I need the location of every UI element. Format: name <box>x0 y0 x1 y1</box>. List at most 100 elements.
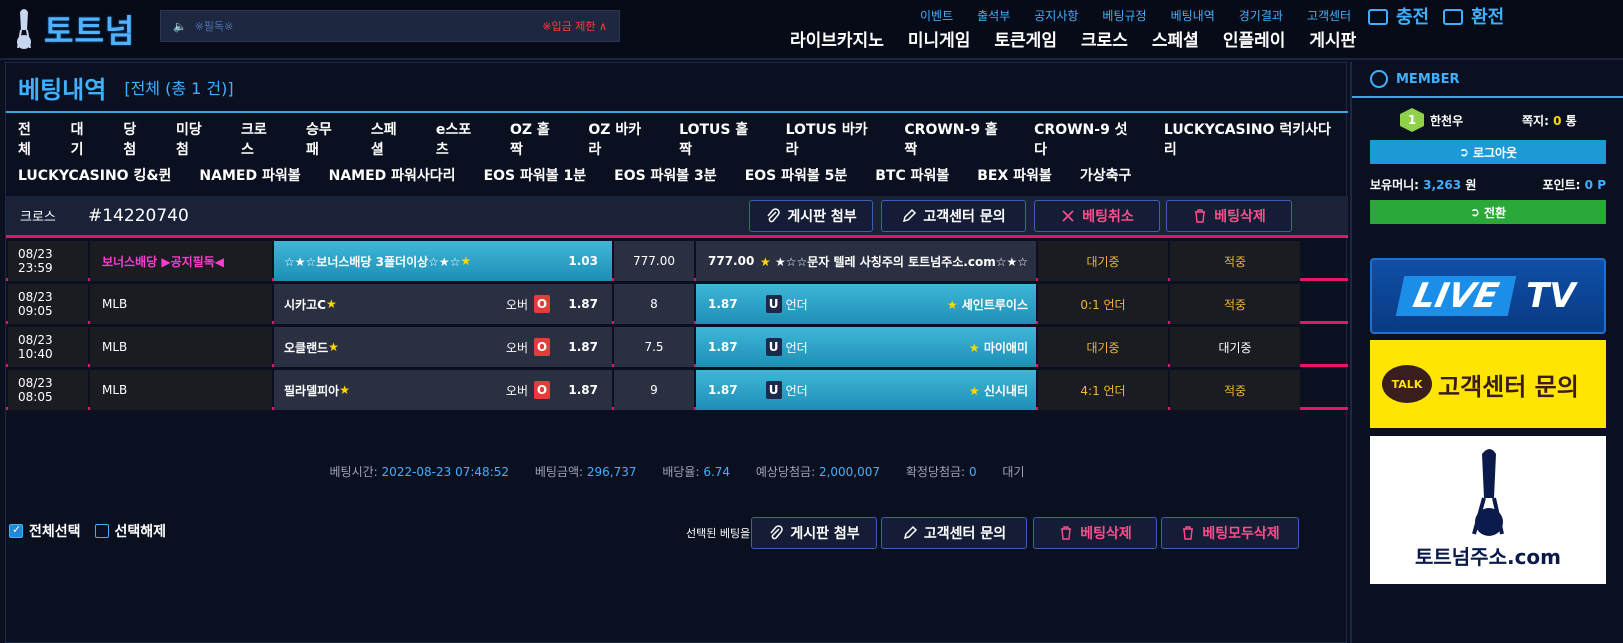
charge-label: 충전 <box>1396 7 1430 28</box>
nav-cross[interactable]: 크로스 <box>1081 26 1128 51</box>
tab-named-powerball[interactable]: NAMED 파워볼 <box>199 165 300 185</box>
match-status: 대기중 <box>1038 241 1168 281</box>
tab-special[interactable]: 스페셜 <box>371 119 408 159</box>
paperclip-icon <box>770 525 784 540</box>
tab-pending[interactable]: 대기 <box>71 119 96 159</box>
tab-wdl[interactable]: 승무패 <box>306 119 343 159</box>
page-subtitle: [전체 (총 1 건)] <box>124 79 234 98</box>
money-value: 3,263 <box>1423 178 1462 192</box>
bulk-attach-board-button[interactable]: 게시판 첨부 <box>751 517 877 549</box>
tab-won[interactable]: 당첨 <box>123 119 148 159</box>
tab-lost[interactable]: 미당첨 <box>176 119 213 159</box>
tab-virtual-soccer[interactable]: 가상축구 <box>1080 165 1132 185</box>
home-pick: ☆★☆보너스배당 3폴더이상☆★☆ ★ 1.03 <box>274 241 612 281</box>
match-result: 적중 <box>1170 284 1300 324</box>
bulk-delete-label: 베팅삭제 <box>1080 526 1132 542</box>
cash-icon <box>1368 9 1388 25</box>
subnav-results[interactable]: 경기결과 <box>1239 7 1283 24</box>
point-label: 포인트: <box>1542 178 1581 192</box>
handicap-value: 7.5 <box>614 327 694 367</box>
user-info: 1 한천우 쪽지: 0 통 <box>1352 106 1623 134</box>
support-inquiry-label: 고객센터 문의 <box>923 209 1006 225</box>
bet-state: 대기 <box>1002 465 1025 479</box>
nav-inplay[interactable]: 인플레이 <box>1223 26 1286 51</box>
exchange-button[interactable]: 환전 <box>1443 3 1504 29</box>
subnav-attendance[interactable]: 출석부 <box>977 7 1010 24</box>
page-title: 베팅내역 <box>18 75 107 104</box>
under-label: 언더 <box>785 297 808 312</box>
nav-token-game[interactable]: 토큰게임 <box>994 26 1057 51</box>
tab-eos-3[interactable]: EOS 파워볼 3분 <box>614 165 717 185</box>
home-pick: 필라델피아 ★ 오버 O 1.87 <box>274 370 612 410</box>
memo-link[interactable]: 쪽지: 0 통 <box>1522 112 1577 129</box>
tab-bex-powerball[interactable]: BEX 파워볼 <box>977 165 1052 185</box>
charge-button[interactable]: 충전 <box>1368 3 1429 29</box>
bet-row: 08/23 10:40 MLB 오클랜드 ★ 오버 O 1.87 7.5 1.8… <box>6 327 1348 367</box>
live-tv-banner[interactable]: LIVE TV <box>1370 258 1606 334</box>
support-inquiry-button[interactable]: 고객센터 문의 <box>881 200 1026 232</box>
subnav-support[interactable]: 고객센터 <box>1307 7 1351 24</box>
delete-all-button[interactable]: 베팅모두삭제 <box>1161 517 1299 549</box>
home-team: 오클랜드 <box>284 340 329 355</box>
tab-named-powerladder[interactable]: NAMED 파워사다리 <box>329 165 456 185</box>
attach-board-button[interactable]: 게시판 첨부 <box>749 200 873 232</box>
delete-all-label: 베팅모두삭제 <box>1202 526 1280 542</box>
over-label: 오버 <box>505 340 528 355</box>
bet-row: 08/23 23:59 보너스배당 ▶공지필독◀ ☆★☆보너스배당 3폴더이상☆… <box>6 241 1348 281</box>
tv-text: TV <box>1526 276 1576 316</box>
logout-label: 로그아웃 <box>1472 145 1518 160</box>
bulk-delete-button[interactable]: 베팅삭제 <box>1033 517 1157 549</box>
home-odds: 1.87 <box>568 340 598 354</box>
away-team-wrap: ★ 신시내티 <box>969 382 1028 399</box>
subnav-event[interactable]: 이벤트 <box>920 7 953 24</box>
select-all-checkbox[interactable]: 전체선택 <box>9 521 81 541</box>
match-result: 적중 <box>1170 370 1300 410</box>
tab-lucky-ladder[interactable]: LUCKYCASINO 럭키사다리 <box>1164 119 1336 159</box>
bulk-support-button[interactable]: 고객센터 문의 <box>881 517 1027 549</box>
tab-eos-1[interactable]: EOS 파워볼 1분 <box>484 165 587 185</box>
over-badge: O <box>534 295 550 313</box>
notice-warning: ※입금 제한 ∧ <box>542 20 607 33</box>
tab-oz-oddeven[interactable]: OZ 홀짝 <box>510 119 560 159</box>
tab-crown-oddeven[interactable]: CROWN-9 홀짝 <box>904 119 1006 159</box>
logout-button[interactable]: ➲ 로그아웃 <box>1370 140 1606 164</box>
nav-mini-game[interactable]: 미니게임 <box>908 26 971 51</box>
site-logo[interactable]: 토트넘 <box>10 4 135 54</box>
over-badge: O <box>534 338 550 356</box>
bulk-attach-board-label: 게시판 첨부 <box>790 526 860 542</box>
deselect-checkbox[interactable]: 선택해제 <box>94 521 166 541</box>
bulk-support-label: 고객센터 문의 <box>923 526 1007 542</box>
nav-live-casino[interactable]: 라이브카지노 <box>790 26 884 51</box>
site-address-banner[interactable]: 토트넘주소.com <box>1370 436 1606 584</box>
tab-crown-seotda[interactable]: CROWN-9 섯다 <box>1034 119 1136 159</box>
notice-ticker[interactable]: 🔈 ※필독※ ※입금 제한 ∧ <box>160 10 620 42</box>
user-icon <box>1370 70 1388 88</box>
subnav-rules[interactable]: 베팅규정 <box>1102 7 1146 24</box>
nav-special[interactable]: 스페셜 <box>1152 26 1199 51</box>
under-label: 언더 <box>785 383 808 398</box>
under-label: 언더 <box>785 340 808 355</box>
delete-bet-button[interactable]: 베팅삭제 <box>1166 200 1292 232</box>
tab-eos-5[interactable]: EOS 파워볼 5분 <box>745 165 848 185</box>
tab-all[interactable]: 전체 <box>18 119 43 159</box>
tab-lotus-oddeven[interactable]: LOTUS 홀짝 <box>679 119 757 159</box>
tab-btc-powerball[interactable]: BTC 파워볼 <box>875 165 949 185</box>
tab-esports[interactable]: e스포츠 <box>436 119 482 159</box>
nav-board[interactable]: 게시판 <box>1309 26 1356 51</box>
cancel-bet-button[interactable]: 베팅취소 <box>1034 200 1160 232</box>
subnav-notice[interactable]: 공지사항 <box>1034 7 1078 24</box>
subnav-bet-history[interactable]: 베팅내역 <box>1171 7 1215 24</box>
balance-info: 보유머니: 3,263 원 포인트: 0 P <box>1370 176 1606 193</box>
expected-win-label: 예상당첨금: <box>755 465 816 479</box>
away-pick: 1.87 U 언더 ★ 신시내티 <box>696 370 1036 410</box>
tab-cross[interactable]: 크로스 <box>241 119 278 159</box>
sub-nav: 이벤트 출석부 공지사항 베팅규정 베팅내역 경기결과 고객센터 <box>920 7 1351 24</box>
away-team: ★☆☆문자 텔레 사칭주의 토트넘주소.com☆★☆ <box>770 254 1028 269</box>
delete-bet-label: 베팅삭제 <box>1214 209 1266 225</box>
tab-lotus-baccarat[interactable]: LOTUS 바카라 <box>786 119 877 159</box>
convert-button[interactable]: ➲ 전환 <box>1370 200 1606 224</box>
tab-oz-baccarat[interactable]: OZ 바카라 <box>588 119 651 159</box>
kakao-support-banner[interactable]: TALK 고객센터 문의 <box>1370 340 1606 428</box>
tab-lucky-kingqueen[interactable]: LUCKYCASINO 킹&퀸 <box>18 165 171 185</box>
over-label: 오버 <box>505 383 528 398</box>
